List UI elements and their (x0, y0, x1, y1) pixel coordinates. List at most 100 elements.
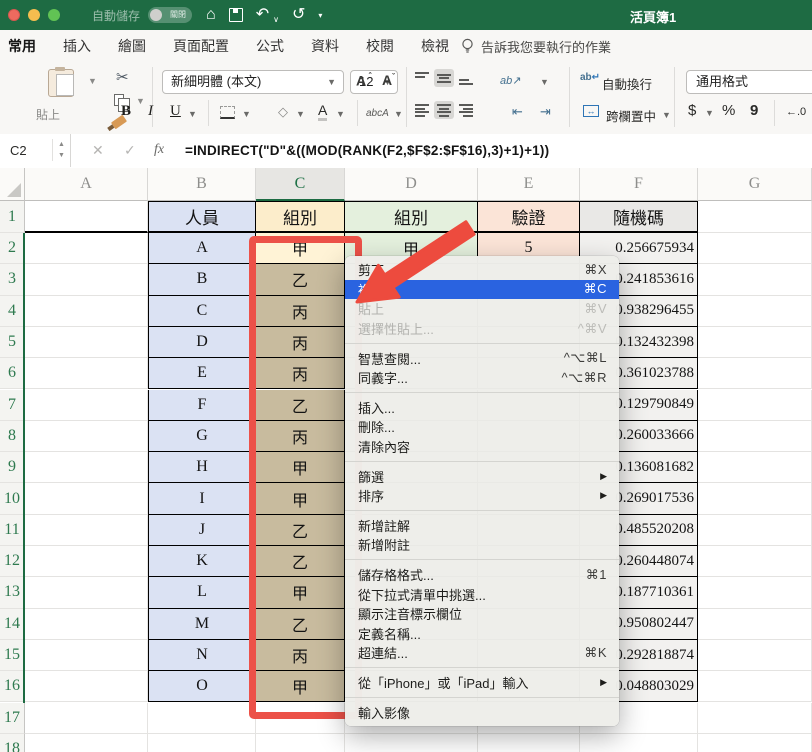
fill-color-icon[interactable]: ◇ (278, 104, 288, 120)
redo-icon[interactable]: ↺ (292, 7, 305, 23)
currency-chevron-icon[interactable]: ▼ (705, 108, 714, 118)
zoom-window-button[interactable] (48, 9, 60, 21)
wrap-text-icon[interactable]: ab↵ (580, 72, 600, 83)
row-header-10[interactable]: 10 (0, 483, 25, 514)
align-right-icon[interactable] (456, 101, 476, 119)
cell-B2[interactable]: A (148, 233, 256, 264)
menu-item-智慧查閱[interactable]: 智慧查閱...^⌥⌘L (345, 348, 619, 368)
paste-chevron-icon[interactable]: ▼ (88, 76, 97, 86)
row-header-4[interactable]: 4 (0, 296, 25, 327)
cell-G11[interactable] (698, 515, 812, 546)
tab-資料[interactable]: 資料 (311, 36, 339, 56)
align-top-icon[interactable] (412, 69, 432, 87)
cell-A7[interactable] (25, 390, 148, 421)
tab-公式[interactable]: 公式 (256, 36, 284, 56)
cell-B3[interactable]: B (148, 264, 256, 295)
undo-icon[interactable]: ↶ (256, 7, 269, 23)
tab-檢視[interactable]: 檢視 (421, 36, 449, 56)
menu-item-同義字[interactable]: 同義字...^⌥⌘R (345, 368, 619, 388)
column-header-A[interactable]: A (25, 168, 148, 201)
cell-A18[interactable] (25, 734, 148, 752)
insert-function-icon[interactable]: fx (154, 142, 164, 158)
cell-G5[interactable] (698, 327, 812, 358)
merge-center-icon[interactable]: ↔ (583, 105, 599, 117)
grow-font-icon[interactable]: A＾ (356, 72, 374, 89)
align-left-icon[interactable] (412, 101, 432, 119)
align-middle-icon[interactable] (434, 69, 454, 87)
cell-A8[interactable] (25, 421, 148, 452)
cell-G10[interactable] (698, 483, 812, 514)
text-effects-icon[interactable]: abcA (366, 108, 389, 119)
bold-button[interactable]: B (121, 103, 131, 120)
row-header-5[interactable]: 5 (0, 327, 25, 358)
menu-item-從「iPhone」或「iPad」輸入[interactable]: 從「iPhone」或「iPad」輸入▶ (345, 673, 619, 693)
wrap-text-label[interactable]: 自動換行 (602, 74, 652, 93)
cell-G8[interactable] (698, 421, 812, 452)
column-header-D[interactable]: D (345, 168, 478, 201)
tab-繪圖[interactable]: 繪圖 (118, 36, 146, 56)
cell-B16[interactable]: O (148, 671, 256, 702)
menu-item-顯示注音標示欄位[interactable]: 顯示注音標示欄位 (345, 604, 619, 624)
tab-頁面配置[interactable]: 頁面配置 (173, 36, 229, 56)
menu-item-剪下[interactable]: 剪下⌘X (345, 260, 619, 280)
increase-indent-icon[interactable]: ⇥ (540, 104, 551, 120)
font-color-chevron-icon[interactable]: ▼ (336, 109, 345, 119)
cell-A1[interactable] (25, 201, 148, 233)
cell-B1[interactable]: 人員 (148, 201, 256, 233)
menu-item-貼上[interactable]: 貼上⌘V (345, 299, 619, 319)
orientation-icon[interactable]: ab↗ (500, 74, 521, 87)
cell-G15[interactable] (698, 640, 812, 671)
cell-D18[interactable] (345, 734, 478, 752)
name-box[interactable]: C2 ▲▼ (0, 134, 71, 167)
cell-B9[interactable]: H (148, 452, 256, 483)
menu-item-定義名稱[interactable]: 定義名稱... (345, 624, 619, 644)
menu-item-插入[interactable]: 插入... (345, 398, 619, 418)
menu-item-清除內容[interactable]: 清除內容 (345, 437, 619, 457)
menu-item-篩選[interactable]: 篩選▶ (345, 466, 619, 486)
cell-E18[interactable] (478, 734, 580, 752)
cell-A13[interactable] (25, 577, 148, 608)
comma-format-icon[interactable]: 9 (750, 102, 758, 119)
cell-G6[interactable] (698, 358, 812, 389)
cell-G12[interactable] (698, 546, 812, 577)
percent-format-icon[interactable]: % (722, 102, 735, 119)
menu-item-新增附註[interactable]: 新增附註 (345, 535, 619, 555)
cell-A3[interactable] (25, 264, 148, 295)
cell-F1[interactable]: 隨機碼 (580, 201, 698, 233)
cell-F18[interactable] (580, 734, 698, 752)
cell-A11[interactable] (25, 515, 148, 546)
merge-center-chevron-icon[interactable]: ▼ (662, 110, 671, 120)
cell-G1[interactable] (698, 201, 812, 233)
row-header-7[interactable]: 7 (0, 390, 25, 421)
cell-G14[interactable] (698, 609, 812, 640)
underline-chevron-icon[interactable]: ▼ (188, 109, 197, 119)
cell-B12[interactable]: K (148, 546, 256, 577)
column-header-G[interactable]: G (698, 168, 812, 201)
cell-B11[interactable]: J (148, 515, 256, 546)
cell-B14[interactable]: M (148, 609, 256, 640)
cell-G17[interactable] (698, 703, 812, 734)
tell-me-box[interactable]: 告訴我您要執行的作業 (461, 37, 611, 56)
cancel-icon[interactable]: ✕ (92, 142, 104, 159)
underline-button[interactable]: U (170, 103, 181, 120)
align-center-icon[interactable] (434, 101, 454, 119)
cell-E1[interactable]: 驗證 (478, 201, 580, 233)
borders-icon[interactable] (220, 106, 235, 119)
tab-插入[interactable]: 插入 (63, 36, 91, 56)
merge-center-label[interactable]: 跨欄置中 (606, 106, 656, 125)
cell-B10[interactable]: I (148, 483, 256, 514)
cell-G9[interactable] (698, 452, 812, 483)
cell-C18[interactable] (256, 734, 345, 752)
shrink-font-icon[interactable]: Aˇ (382, 72, 395, 88)
cell-A4[interactable] (25, 296, 148, 327)
cell-A6[interactable] (25, 358, 148, 389)
autosave-toggle[interactable]: 關閉 (148, 7, 192, 23)
menu-item-複製[interactable]: 複製⌘C (345, 280, 619, 300)
cell-B6[interactable]: E (148, 358, 256, 389)
row-header-15[interactable]: 15 (0, 640, 25, 671)
cell-A9[interactable] (25, 452, 148, 483)
cell-B13[interactable]: L (148, 577, 256, 608)
save-icon[interactable] (229, 8, 243, 22)
italic-button[interactable]: I (148, 103, 153, 120)
align-bottom-icon[interactable] (456, 69, 476, 87)
